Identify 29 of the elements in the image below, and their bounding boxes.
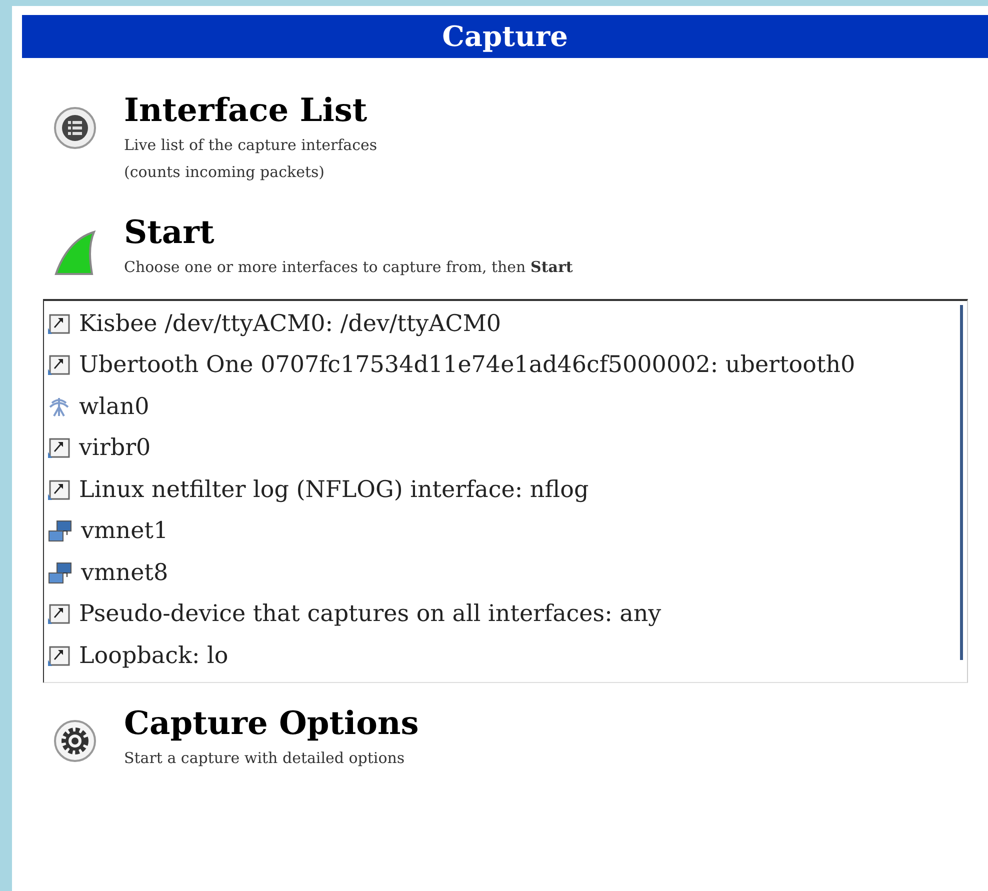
interface-item[interactable]: Ubertooth One 0707fc17534d11e74e1ad46cf5000002: ubertooth0 — [44, 344, 967, 386]
network-port-icon — [47, 602, 71, 626]
section-description: Live list of the capture interfaces — [124, 135, 378, 156]
interface-item[interactable]: virbr0 — [44, 428, 967, 469]
section-title[interactable]: Capture Options — [124, 701, 419, 745]
interface-item[interactable]: vmnet8 — [44, 552, 967, 594]
interface-item[interactable]: Kisbee /dev/ttyACM0: /dev/ttyACM0 — [44, 303, 967, 344]
interface-item[interactable]: wlan0 — [44, 386, 967, 428]
interface-item[interactable]: vmnet1 — [44, 510, 967, 552]
network-icon — [47, 560, 73, 585]
list-icon — [53, 106, 97, 150]
scrollbar[interactable] — [960, 305, 963, 660]
network-port-icon — [47, 644, 71, 668]
interface-item[interactable]: Pseudo-device that captures on all interfaces: any — [44, 594, 967, 635]
section-description: (counts incoming packets) — [124, 162, 326, 183]
settings-icon — [53, 719, 97, 763]
shark-fin-icon — [52, 228, 98, 278]
network-port-icon — [47, 353, 71, 378]
network-port-icon — [47, 478, 71, 502]
interface-item[interactable]: Linux netfilter log (NFLOG) interface: nflog — [44, 469, 967, 510]
header-title: Capture — [442, 18, 568, 54]
network-port-icon — [47, 312, 71, 336]
section-title[interactable]: Interface List — [124, 88, 378, 132]
section-title[interactable]: Start — [124, 210, 573, 254]
interface-item[interactable]: Loopback: lo — [44, 635, 967, 676]
section-description: Choose one or more interfaces to capture from, then Start — [124, 257, 573, 278]
network-port-icon — [47, 436, 71, 460]
section-description: Start a capture with detailed options — [124, 748, 406, 769]
network-icon — [47, 519, 73, 544]
